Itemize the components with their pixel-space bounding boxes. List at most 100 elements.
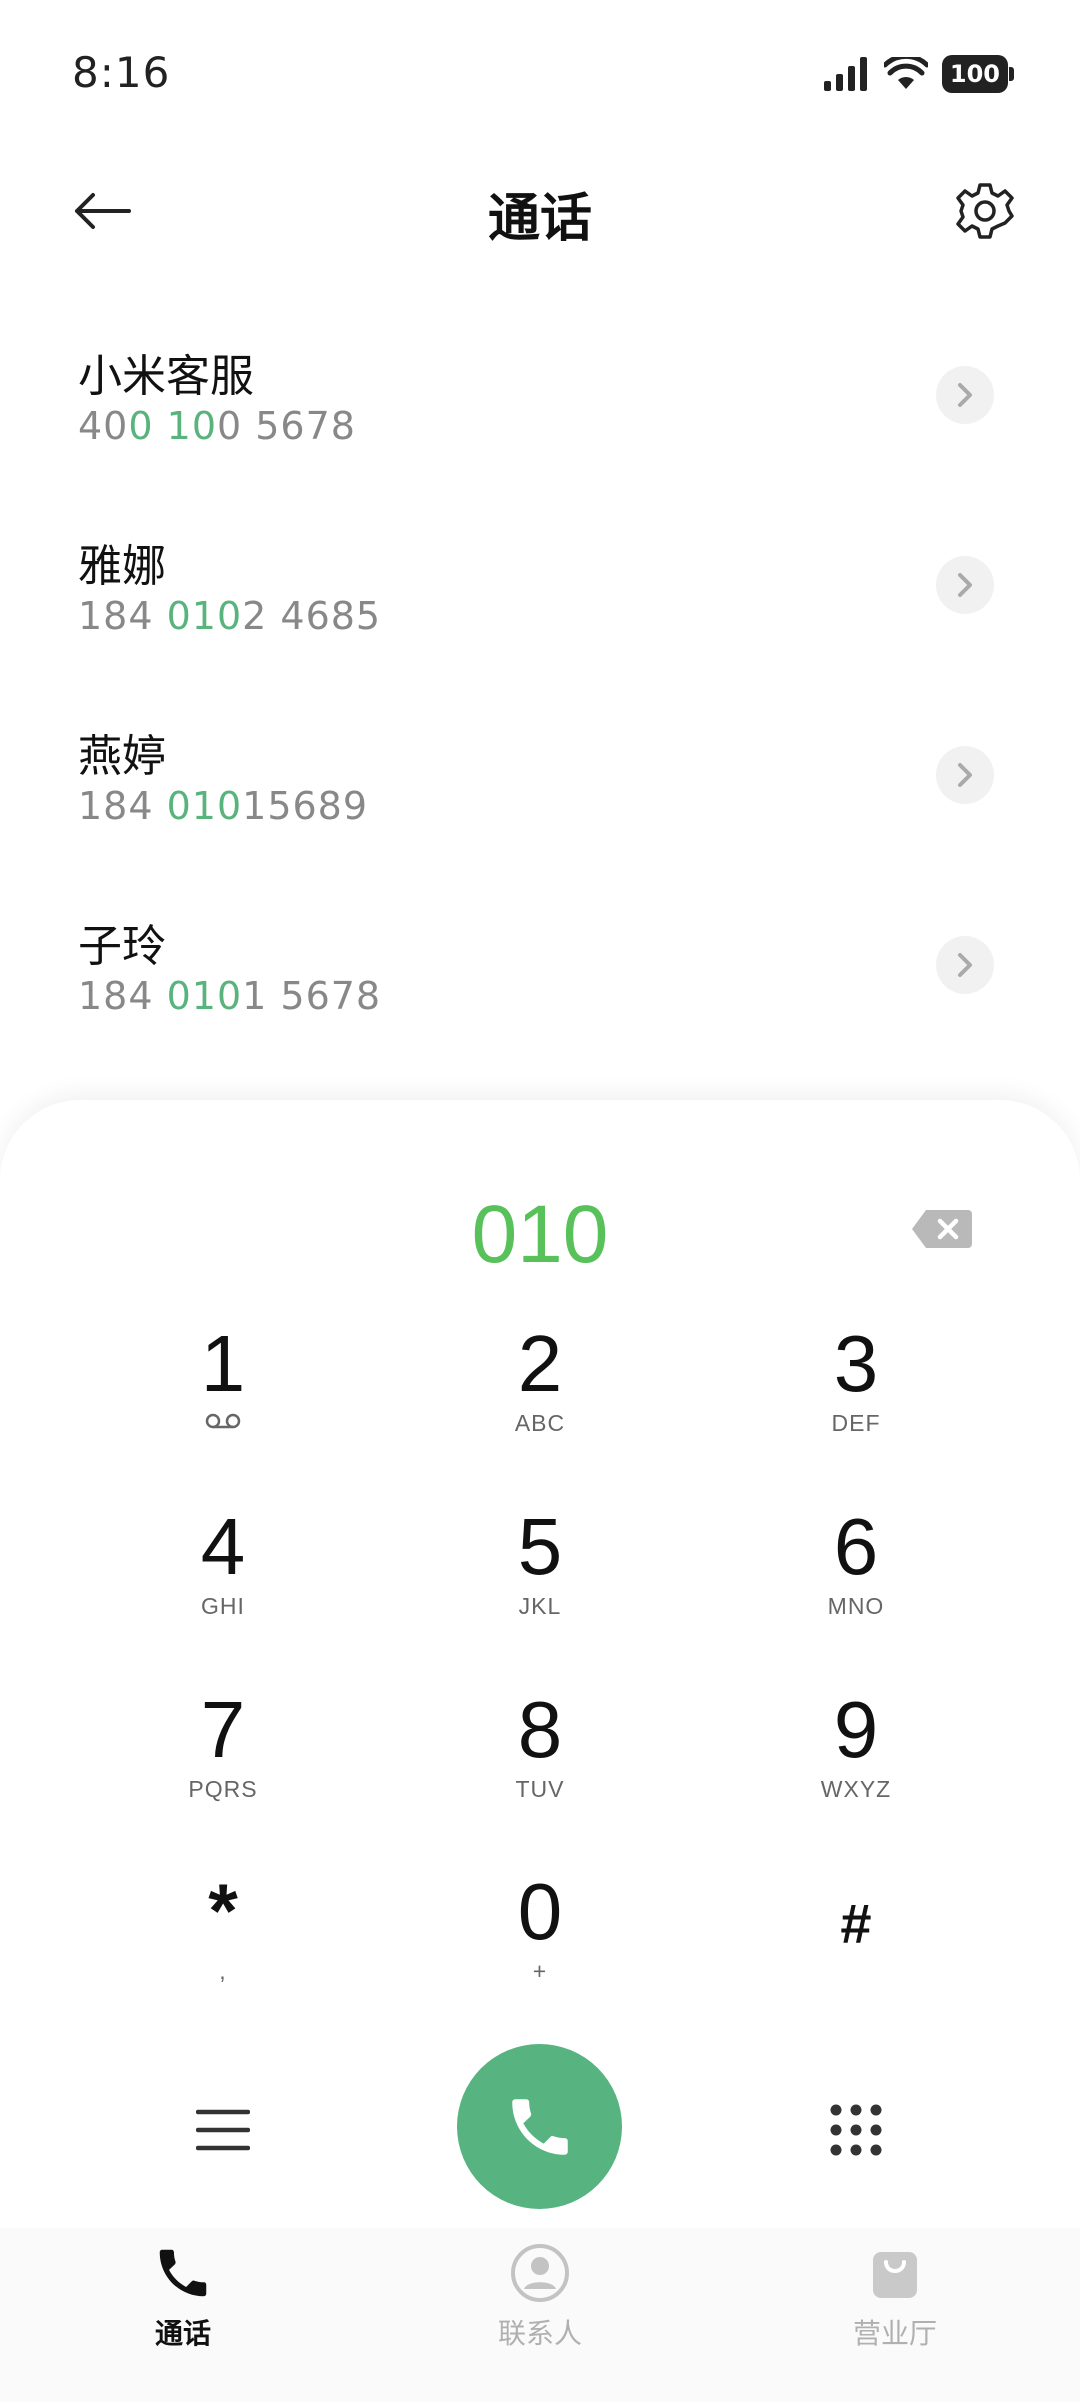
settings-button[interactable] <box>950 176 1020 246</box>
contact-number: 184 0102 4685 <box>78 594 381 638</box>
key-digit: 8 <box>517 1685 563 1774</box>
header: 通话 <box>0 150 1080 270</box>
chevron-right-icon <box>958 383 972 407</box>
contact-name: 小米客服 <box>78 351 254 402</box>
menu-icon <box>196 2109 250 2151</box>
key-letters: , <box>219 1958 227 1984</box>
chevron-right-icon <box>958 573 972 597</box>
bottom-nav: 通话 联系人 营业厅 <box>0 2228 1080 2402</box>
key-hash[interactable]: # <box>756 1868 956 2018</box>
key-0[interactable]: 0 + <box>440 1868 640 2018</box>
battery-level: 100 <box>949 60 1000 88</box>
number-match: 010 <box>166 784 243 828</box>
backspace-button[interactable] <box>910 1208 974 1250</box>
key-digit: * <box>208 1869 238 1954</box>
contact-number: 184 0101 5678 <box>78 974 381 1018</box>
number-match: 010 <box>166 594 243 638</box>
key-letters: GHI <box>201 1593 245 1619</box>
contact-number: 400 100 5678 <box>78 404 356 448</box>
status-time: 8:16 <box>72 48 171 97</box>
key-8[interactable]: 8 TUV <box>440 1686 640 1836</box>
key-letters: TUV <box>515 1776 565 1802</box>
contact-row[interactable]: 燕婷 184 01015689 <box>0 680 1080 870</box>
key-digit: 7 <box>200 1685 246 1774</box>
key-star[interactable]: * , <box>123 1868 323 2018</box>
number-part: 40 <box>78 404 129 448</box>
contact-name: 雅娜 <box>78 541 166 592</box>
contact-row[interactable]: 子玲 184 0101 5678 <box>0 870 1080 1060</box>
nav-tab-store[interactable]: 营业厅 <box>765 2242 1025 2392</box>
key-5[interactable]: 5 JKL <box>440 1503 640 1653</box>
key-digit: 6 <box>833 1502 879 1591</box>
key-digit: 3 <box>833 1319 879 1408</box>
chevron-right-icon <box>958 763 972 787</box>
number-part: 184 <box>78 594 167 638</box>
key-9[interactable]: 9 WXYZ <box>756 1686 956 1836</box>
phone-icon <box>511 2098 568 2155</box>
number-part: 184 <box>78 784 167 828</box>
shopping-bag-icon <box>873 2252 917 2298</box>
key-digit: 0 <box>517 1867 563 1956</box>
contact-name: 燕婷 <box>78 731 166 782</box>
contact-number: 184 01015689 <box>78 784 368 828</box>
number-part <box>154 404 167 448</box>
wifi-icon <box>883 57 928 89</box>
voicemail-icon <box>205 1413 241 1429</box>
contact-detail-button[interactable] <box>936 556 994 614</box>
contact-icon <box>511 2244 569 2302</box>
key-digit: 5 <box>517 1502 563 1591</box>
key-6[interactable]: 6 MNO <box>756 1503 956 1653</box>
number-match: 010 <box>166 974 243 1018</box>
key-letters: MNO <box>827 1593 885 1619</box>
number-part: 2 4685 <box>242 594 382 638</box>
contact-row[interactable]: 雅娜 184 0102 4685 <box>0 490 1080 680</box>
nav-label: 通话 <box>154 2317 211 2350</box>
signal-icon <box>823 57 867 91</box>
key-2[interactable]: 2 ABC <box>440 1320 640 1470</box>
key-digit: 2 <box>517 1319 563 1408</box>
chevron-right-icon <box>958 953 972 977</box>
dialpad-icon <box>830 2104 882 2156</box>
key-4[interactable]: 4 GHI <box>123 1503 323 1653</box>
keypad-toggle-button[interactable] <box>806 2080 906 2180</box>
contact-detail-button[interactable] <box>936 936 994 994</box>
status-icons: 100 <box>823 52 1015 96</box>
contact-row[interactable]: 小米客服 400 100 5678 <box>0 300 1080 490</box>
key-digit: 9 <box>833 1685 879 1774</box>
key-digit: 4 <box>200 1502 246 1591</box>
key-digit: 1 <box>200 1319 246 1408</box>
battery-icon: 100 <box>941 55 1015 93</box>
key-letters: DEF <box>831 1410 881 1436</box>
key-letters: ABC <box>514 1410 566 1436</box>
dialer-controls <box>0 2040 1080 2210</box>
number-part: 1 5678 <box>242 974 382 1018</box>
gear-icon <box>956 183 1014 239</box>
nav-label: 联系人 <box>497 2317 582 2350</box>
menu-button[interactable] <box>173 2080 273 2180</box>
dialer-panel: 010 1 2 ABC 3 DEF 4 GHI 5 JKL 6 MNO 7 PQ… <box>0 1100 1080 2228</box>
contact-results-list: 小米客服 400 100 5678 雅娜 184 0102 4685 燕婷 18… <box>0 300 1080 1060</box>
number-part: 15689 <box>242 784 369 828</box>
number-part: 0 5678 <box>217 404 356 448</box>
key-letters: WXYZ <box>820 1776 892 1802</box>
key-letters: PQRS <box>188 1776 258 1802</box>
contact-detail-button[interactable] <box>936 746 994 804</box>
page-title: 通话 <box>487 189 592 249</box>
contact-detail-button[interactable] <box>936 366 994 424</box>
key-letters: JKL <box>518 1593 562 1619</box>
key-letters: + <box>532 1958 548 1984</box>
key-1[interactable]: 1 <box>123 1320 323 1470</box>
call-button[interactable] <box>457 2044 622 2209</box>
number-part: 184 <box>78 974 167 1018</box>
key-7[interactable]: 7 PQRS <box>123 1686 323 1836</box>
nav-label: 营业厅 <box>852 2317 937 2350</box>
backspace-icon <box>912 1210 972 1248</box>
number-match: 10 <box>166 404 217 448</box>
contact-name: 子玲 <box>78 921 166 972</box>
status-bar: 8:16 100 <box>0 0 1080 150</box>
number-match: 0 <box>128 404 154 448</box>
nav-tab-calls[interactable]: 通话 <box>53 2242 313 2392</box>
nav-tab-contacts[interactable]: 联系人 <box>410 2242 670 2392</box>
key-digit: # <box>840 1892 872 1955</box>
key-3[interactable]: 3 DEF <box>756 1320 956 1470</box>
